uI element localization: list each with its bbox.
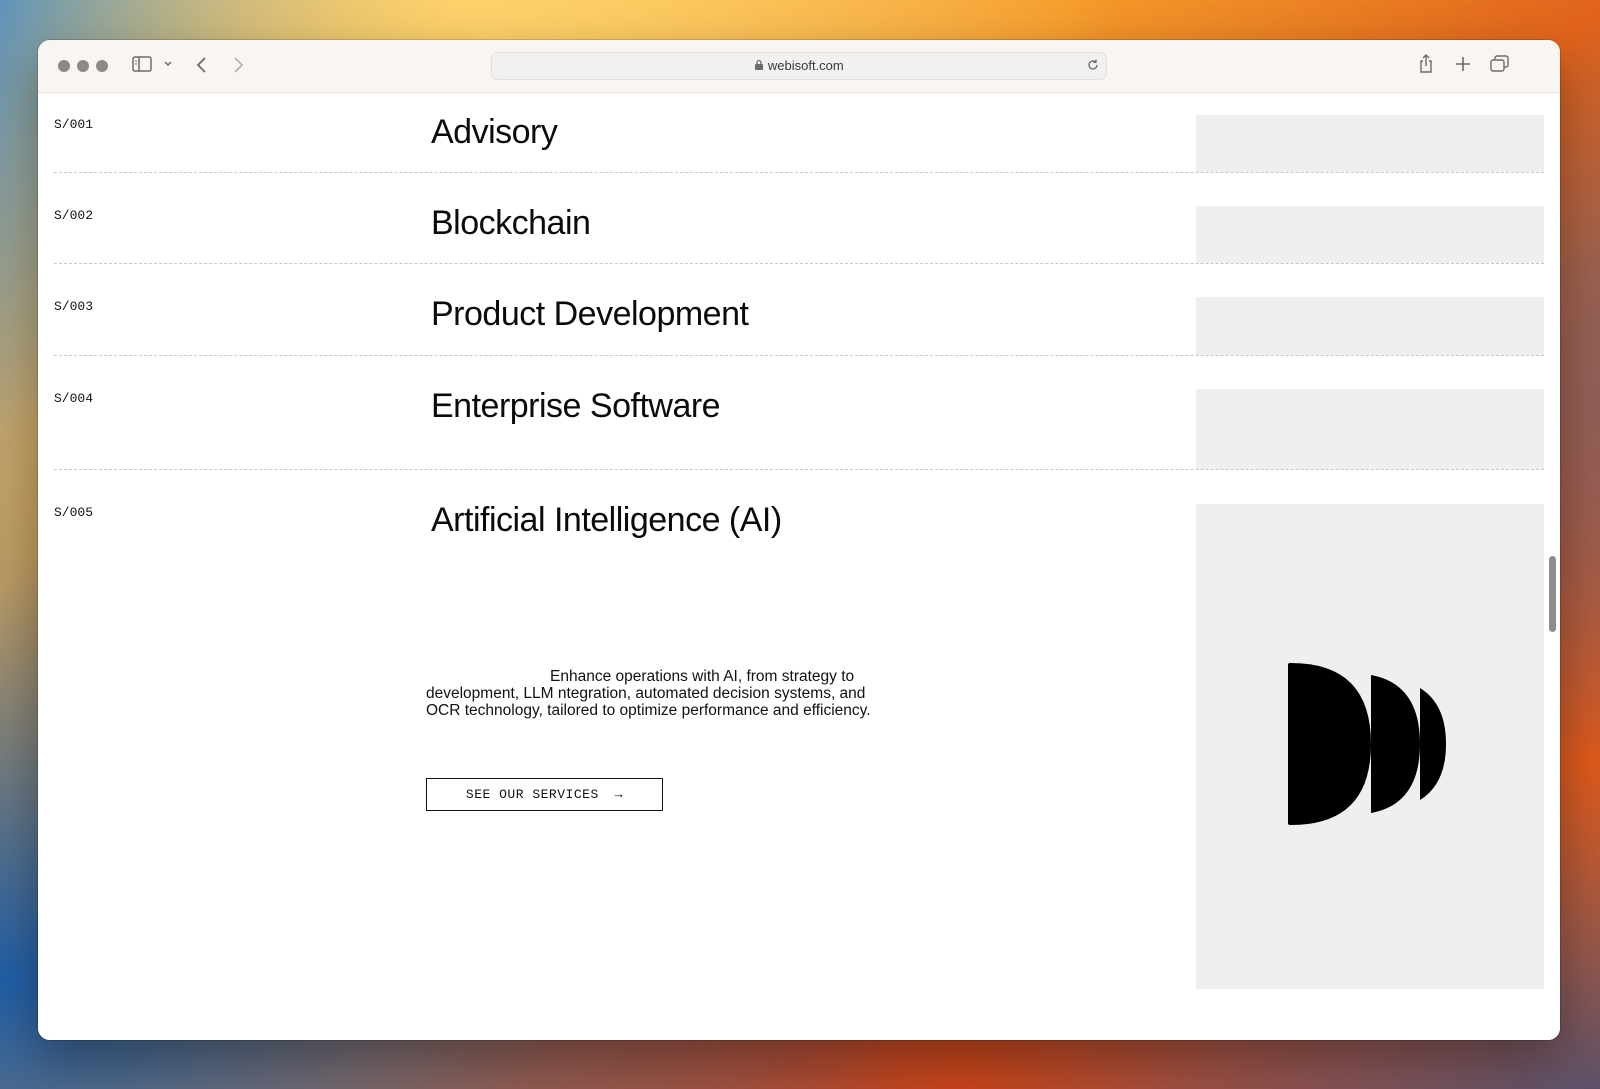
close-window-button[interactable] [58, 60, 70, 72]
browser-window: webisoft.com S/001 Advisory S/002 Blockc… [38, 40, 1560, 1040]
minimize-window-button[interactable] [77, 60, 89, 72]
service-title[interactable]: Product Development [431, 295, 749, 334]
service-code: S/001 [54, 117, 94, 132]
brand-logo-icon [1288, 663, 1446, 825]
service-code: S/002 [54, 208, 94, 223]
arrow-right-icon: → [614, 787, 624, 802]
service-code: S/004 [54, 391, 94, 406]
sidebar-toggle-icon[interactable] [132, 55, 152, 78]
service-title[interactable]: Advisory [431, 113, 558, 152]
service-code: S/005 [54, 505, 94, 520]
lock-icon [754, 58, 768, 73]
description-lead: Enhance operations with AI, from strateg… [550, 668, 855, 685]
chevron-down-icon[interactable] [163, 57, 173, 76]
service-title[interactable]: Blockchain [431, 204, 591, 243]
address-bar[interactable]: webisoft.com [491, 52, 1107, 80]
reload-icon[interactable] [1086, 53, 1100, 79]
back-icon[interactable] [195, 55, 209, 80]
service-row-expanded[interactable]: S/005 Artificial Intelligence (AI) [54, 470, 1544, 1030]
scrollbar-thumb[interactable] [1549, 556, 1556, 632]
page-content: S/001 Advisory S/002 Blockchain S/003 Pr… [38, 93, 1560, 1040]
see-our-services-button[interactable]: SEE OUR SERVICES → [426, 778, 663, 811]
service-row[interactable]: S/002 Blockchain [54, 173, 1544, 264]
service-thumbnail [1196, 297, 1544, 355]
service-title[interactable]: Artificial Intelligence (AI) [431, 501, 782, 540]
service-title[interactable]: Enterprise Software [431, 387, 721, 426]
service-code: S/003 [54, 299, 94, 314]
service-row[interactable]: S/001 Advisory [54, 93, 1544, 173]
button-label: SEE OUR SERVICES [465, 787, 599, 802]
service-row[interactable]: S/003 Product Development [54, 264, 1544, 356]
service-thumbnail [1196, 504, 1544, 989]
service-row[interactable]: S/004 Enterprise Software [54, 356, 1544, 470]
url-text: webisoft.com [767, 58, 844, 73]
new-tab-icon[interactable] [1454, 55, 1472, 78]
service-thumbnail [1196, 389, 1544, 469]
browser-toolbar: webisoft.com [38, 40, 1560, 93]
description-rest: development, LLM ntegration, automated d… [426, 685, 871, 719]
service-thumbnail [1196, 115, 1544, 172]
service-thumbnail [1196, 206, 1544, 263]
zoom-window-button[interactable] [96, 60, 108, 72]
tab-overview-icon[interactable] [1490, 55, 1510, 78]
service-description: Enhance operations with AI, from strateg… [426, 668, 896, 719]
forward-icon[interactable] [231, 55, 245, 80]
share-icon[interactable] [1418, 54, 1434, 79]
